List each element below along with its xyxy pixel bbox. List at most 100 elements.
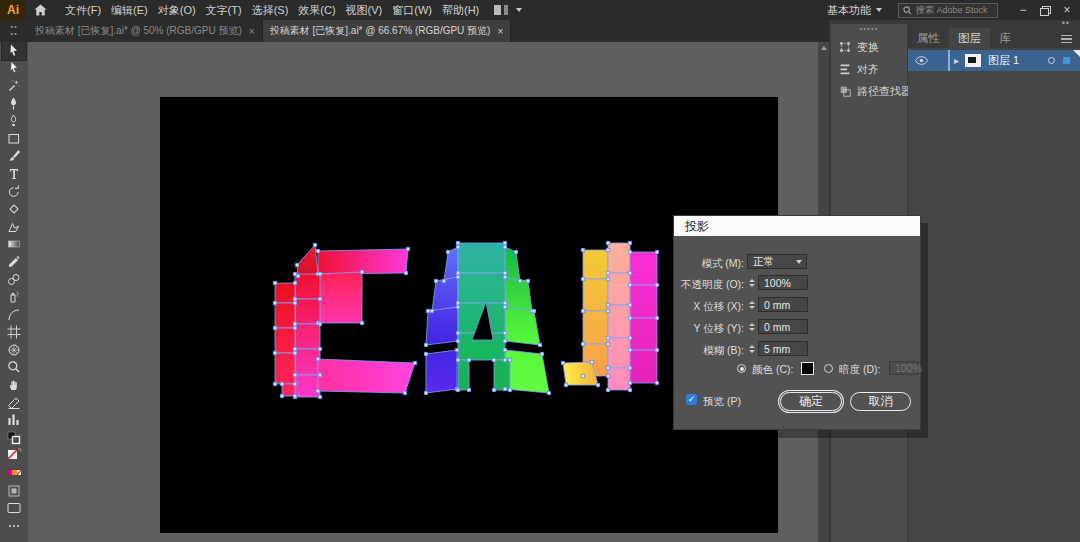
slice-tool[interactable] xyxy=(2,394,26,412)
workspace-switcher[interactable]: 基本功能 xyxy=(827,3,882,18)
document-tabbar: •••• 投稿素材 [已恢复].ai* @ 50% (RGB/GPU 预览)×投… xyxy=(0,20,820,42)
layer-color-bar xyxy=(948,50,950,71)
type-tool[interactable] xyxy=(2,165,26,183)
color-swatch-row[interactable] xyxy=(2,464,26,482)
layer-selection-badge[interactable] xyxy=(1063,57,1070,64)
none-color-indicator[interactable] xyxy=(2,447,26,465)
menu-6[interactable]: 视图(V) xyxy=(341,0,388,20)
layers-panel: •• 属性图层库 ▸ 图层 1 xyxy=(908,20,1080,542)
close-button[interactable]: × xyxy=(1056,0,1078,20)
panel-tab-图层[interactable]: 图层 xyxy=(949,28,990,48)
menu-list: 文件(F)编辑(E)对象(O)文字(T)选择(S)效果(C)视图(V)窗口(W)… xyxy=(60,0,484,20)
shadow-color-swatch[interactable] xyxy=(801,362,814,375)
gradient-tool[interactable] xyxy=(2,236,26,254)
value-input[interactable]: 0 mm xyxy=(758,297,808,312)
quick-panel-item-1[interactable]: 对齐 xyxy=(831,58,907,80)
search-icon xyxy=(903,6,912,15)
stepper-control[interactable] xyxy=(747,297,756,312)
menu-2[interactable]: 对象(O) xyxy=(153,0,201,20)
symbol-sprayer-tool[interactable] xyxy=(2,288,26,306)
layer-name[interactable]: 图层 1 xyxy=(988,53,1048,68)
hand-tool[interactable] xyxy=(2,376,26,394)
eyedropper-tool[interactable] xyxy=(2,253,26,271)
value-input[interactable]: 5 mm xyxy=(758,341,808,356)
menu-4[interactable]: 选择(S) xyxy=(247,0,294,20)
graph-tool[interactable] xyxy=(2,411,26,429)
magic-wand-tool[interactable] xyxy=(2,77,26,95)
tab-close-icon[interactable]: × xyxy=(497,26,503,37)
edit-toolbar-more[interactable] xyxy=(2,517,26,535)
document-tab-1[interactable]: 投稿素材 [已恢复].ai* @ 66.67% (RGB/GPU 预览)× xyxy=(263,20,512,42)
eye-icon xyxy=(915,56,928,65)
color-radio[interactable] xyxy=(737,364,746,373)
workspace-layout-icon[interactable] xyxy=(494,5,522,15)
tools-panel xyxy=(0,42,28,542)
screen-mode[interactable] xyxy=(2,499,26,517)
menu-8[interactable]: 帮助(H) xyxy=(437,0,484,20)
panel-tab-库[interactable]: 库 xyxy=(990,28,1020,48)
direct-selection-tool[interactable] xyxy=(2,60,26,78)
rectangle-tool[interactable] xyxy=(2,130,26,148)
preview-checkbox[interactable]: ✓ xyxy=(686,394,697,405)
color-label: 颜色 (C): xyxy=(752,363,793,377)
selection-tool[interactable] xyxy=(2,42,26,60)
quick-panel-item-0[interactable]: 变换 xyxy=(831,36,907,58)
value-input[interactable]: 0 mm xyxy=(758,319,808,334)
quick-panel-item-2[interactable]: 路径查找器 xyxy=(831,80,907,102)
menu-7[interactable]: 窗口(W) xyxy=(387,0,437,20)
ok-button[interactable]: 确定 xyxy=(780,392,842,411)
curvature-tool[interactable] xyxy=(2,112,26,130)
layers-panel-body: ▸ 图层 1 xyxy=(908,48,1080,542)
document-tab-0[interactable]: 投稿素材 [已恢复].ai* @ 50% (RGB/GPU 预览)× xyxy=(28,20,263,42)
home-icon[interactable] xyxy=(26,4,54,16)
layer-expand-chevron[interactable]: ▸ xyxy=(954,55,959,66)
menu-3[interactable]: 文字(T) xyxy=(201,0,247,20)
fill-stroke-swatch[interactable] xyxy=(2,429,26,447)
rotate-tool[interactable] xyxy=(2,183,26,201)
menu-1[interactable]: 编辑(E) xyxy=(106,0,153,20)
preview-label: 预览 (P) xyxy=(703,395,741,409)
stock-search-input[interactable]: 搜索 Adobe Stock xyxy=(898,3,998,18)
search-placeholder: 搜索 Adobe Stock xyxy=(916,4,988,17)
eraser-tool[interactable] xyxy=(2,200,26,218)
toolbar-grip[interactable]: •••• xyxy=(0,20,28,42)
darkness-input: 100% xyxy=(889,361,919,375)
stepper-control[interactable] xyxy=(747,275,756,290)
value-input[interactable]: 100% xyxy=(758,275,808,290)
layer-corner-mark xyxy=(1073,50,1080,57)
tab-close-icon[interactable]: × xyxy=(249,26,255,37)
minimize-button[interactable]: − xyxy=(1012,0,1034,20)
pen-tool[interactable] xyxy=(2,95,26,113)
illustrator-window: Ai 文件(F)编辑(E)对象(O)文字(T)选择(S)效果(C)视图(V)窗口… xyxy=(0,0,1080,542)
shaper-tool[interactable] xyxy=(2,218,26,236)
menu-5[interactable]: 效果(C) xyxy=(293,0,340,20)
field-label: 模糊 (B): xyxy=(703,344,744,358)
artboard-tool[interactable] xyxy=(2,324,26,342)
stepper-control[interactable] xyxy=(747,341,756,356)
field-label: Y 位移 (Y): xyxy=(693,322,744,336)
panel-tab-属性[interactable]: 属性 xyxy=(908,28,949,48)
cancel-button[interactable]: 取消 xyxy=(850,392,911,411)
layer-thumbnail[interactable] xyxy=(965,54,981,67)
window-controls: − × xyxy=(1012,0,1078,20)
field-label: X 位移 (X): xyxy=(693,300,744,314)
rotate-view-tool[interactable] xyxy=(2,341,26,359)
blend-tool[interactable] xyxy=(2,271,26,289)
chevron-down-icon xyxy=(796,260,802,264)
align-icon xyxy=(839,63,851,75)
menu-0[interactable]: 文件(F) xyxy=(60,0,106,20)
zoom-tool[interactable] xyxy=(2,359,26,377)
layer-target-circle[interactable] xyxy=(1048,57,1055,64)
darkness-radio[interactable] xyxy=(824,364,833,373)
paintbrush-tool[interactable] xyxy=(2,148,26,166)
layer-row[interactable]: ▸ 图层 1 xyxy=(908,50,1080,71)
menu-bar: Ai 文件(F)编辑(E)对象(O)文字(T)选择(S)效果(C)视图(V)窗口… xyxy=(0,0,1080,20)
transform-icon xyxy=(839,41,851,53)
stepper-control[interactable] xyxy=(747,319,756,334)
arc-tool[interactable] xyxy=(2,306,26,324)
app-logo-icon[interactable]: Ai xyxy=(0,0,26,20)
drawing-mode[interactable] xyxy=(2,482,26,500)
visibility-cell[interactable] xyxy=(908,56,934,65)
restore-button[interactable] xyxy=(1040,6,1050,15)
panel-menu-icon[interactable] xyxy=(1061,35,1072,43)
